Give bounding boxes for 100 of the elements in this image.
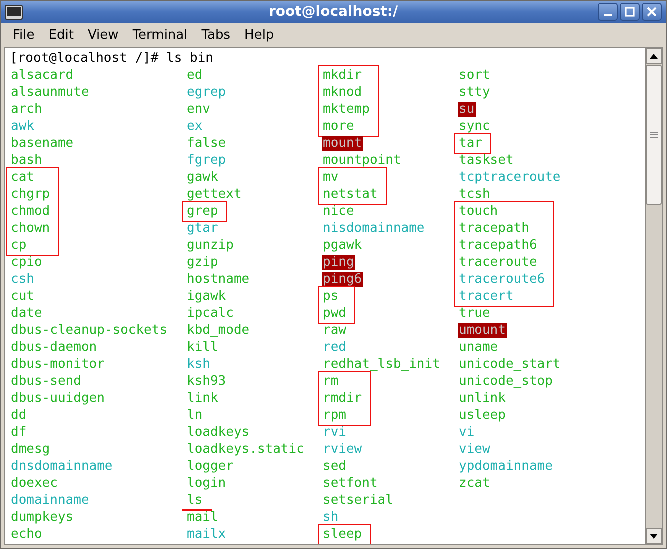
file-name: true	[458, 306, 492, 321]
menu-item[interactable]: Terminal	[126, 26, 195, 44]
file-name: arch	[10, 102, 44, 117]
file-name: cp	[10, 238, 28, 253]
file-name: env	[186, 102, 212, 117]
file-name: tcptraceroute	[458, 170, 562, 185]
close-button[interactable]	[642, 3, 662, 21]
file-name: su	[458, 102, 476, 117]
file-name: nisdomainname	[322, 221, 426, 236]
maximize-icon	[625, 7, 635, 17]
file-name: dd	[10, 408, 28, 423]
file-name: dbus-daemon	[10, 340, 98, 355]
close-icon	[647, 7, 657, 17]
file-name: tcsh	[458, 187, 492, 202]
file-name: gunzip	[186, 238, 235, 253]
file-name: domainname	[10, 493, 90, 508]
file-name: chmod	[10, 204, 52, 219]
file-name: pwd	[322, 306, 348, 321]
file-name: unlink	[458, 391, 507, 406]
file-name: mkdir	[322, 68, 364, 83]
menu-item[interactable]: Edit	[42, 26, 81, 44]
file-name: date	[10, 306, 44, 321]
file-name: umount	[458, 323, 507, 338]
file-name: link	[186, 391, 220, 406]
file-name: unicode_stop	[458, 374, 554, 389]
file-name: gawk	[186, 170, 220, 185]
file-name: alsaunmute	[10, 85, 90, 100]
scroll-up-button[interactable]	[646, 48, 662, 64]
file-name: kbd_mode	[186, 323, 251, 338]
file-name: cat	[10, 170, 36, 185]
file-name: bash	[10, 153, 44, 168]
window-title: root@localhost:/	[268, 4, 398, 20]
file-name: mknod	[322, 85, 364, 100]
file-name: traceroute	[458, 255, 538, 270]
file-name: netstat	[322, 187, 379, 202]
file-name: pgawk	[322, 238, 364, 253]
file-name: redhat_lsb_init	[322, 357, 442, 372]
file-name: rvi	[322, 425, 348, 440]
file-name: stty	[458, 85, 492, 100]
file-name: gtar	[186, 221, 220, 236]
file-name: setfont	[322, 476, 379, 491]
file-name: ping	[322, 255, 356, 270]
file-name: rmdir	[322, 391, 364, 406]
file-name: mail	[186, 510, 220, 525]
menu-item[interactable]: File	[6, 26, 42, 44]
file-name: sed	[322, 459, 348, 474]
file-name: gzip	[186, 255, 220, 270]
minimize-icon	[604, 14, 612, 16]
file-name: false	[186, 136, 228, 151]
file-name: rview	[322, 442, 364, 457]
file-name: ipcalc	[186, 306, 235, 321]
file-name: rm	[322, 374, 340, 389]
file-name: doexec	[10, 476, 59, 491]
file-name: logger	[186, 459, 235, 474]
file-name: mktemp	[322, 102, 371, 117]
maximize-button[interactable]	[620, 3, 640, 21]
file-name: kill	[186, 340, 220, 355]
file-name: usleep	[458, 408, 507, 423]
file-name: alsacard	[10, 68, 75, 83]
file-name: raw	[322, 323, 348, 338]
file-name: zcat	[458, 476, 492, 491]
file-name: taskset	[458, 153, 515, 168]
file-name: ypdomainname	[458, 459, 554, 474]
file-name: tracepath6	[458, 238, 538, 253]
file-name: fgrep	[186, 153, 228, 168]
scroll-thumb[interactable]	[646, 65, 662, 205]
file-name: ex	[186, 119, 204, 134]
file-name: df	[10, 425, 28, 440]
file-name: cpio	[10, 255, 44, 270]
file-name: tracert	[458, 289, 515, 304]
file-name: dbus-monitor	[10, 357, 106, 372]
menu-item[interactable]: Help	[238, 26, 282, 44]
file-name: loadkeys.static	[186, 442, 306, 457]
file-name: sleep	[322, 527, 364, 542]
file-name: dbus-cleanup-sockets	[10, 323, 169, 338]
file-name: sh	[322, 510, 340, 525]
file-name: dnsdomainname	[10, 459, 114, 474]
file-name: traceroute6	[458, 272, 546, 287]
menu-item[interactable]: Tabs	[194, 26, 238, 44]
file-name: mountpoint	[322, 153, 402, 168]
file-name: uname	[458, 340, 500, 355]
file-name: dbus-uuidgen	[10, 391, 106, 406]
scroll-down-button[interactable]	[646, 528, 662, 544]
file-name: vi	[458, 425, 476, 440]
file-name: ps	[322, 289, 340, 304]
scrollbar[interactable]	[645, 48, 662, 544]
terminal-icon	[5, 4, 23, 20]
file-name: sync	[458, 119, 492, 134]
minimize-button[interactable]	[598, 3, 618, 21]
up-arrow-icon	[650, 54, 658, 58]
file-name: setserial	[322, 493, 394, 508]
file-name: ping6	[322, 272, 364, 287]
file-name: ksh93	[186, 374, 228, 389]
file-name: mv	[322, 170, 340, 185]
command-prompt: [root@localhost /]# ls bin	[10, 50, 214, 67]
file-name: mount	[322, 136, 364, 151]
file-name: hostname	[186, 272, 251, 287]
file-name: more	[322, 119, 356, 134]
menu-item[interactable]: View	[80, 26, 126, 44]
file-name: gettext	[186, 187, 243, 202]
